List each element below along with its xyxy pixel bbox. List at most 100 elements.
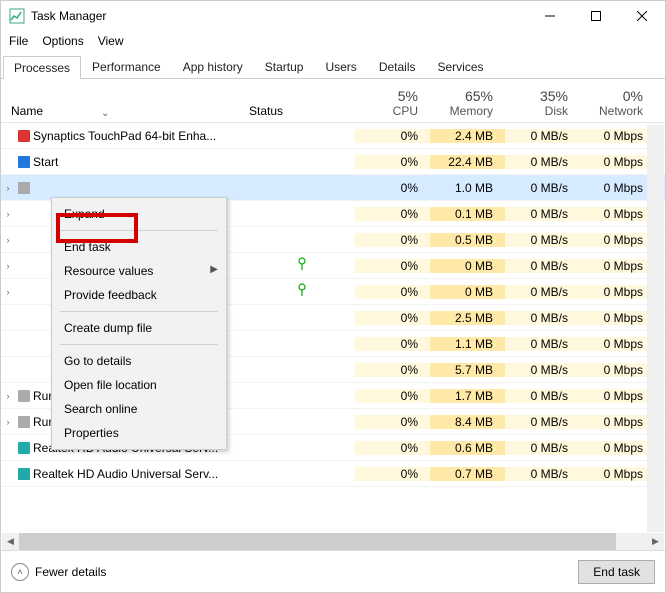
table-row[interactable]: Synaptics TouchPad 64-bit Enha...0%2.4 M… bbox=[1, 123, 665, 149]
process-icon bbox=[15, 284, 33, 300]
end-task-button[interactable]: End task bbox=[578, 560, 655, 584]
ctx-open-location[interactable]: Open file location bbox=[52, 373, 226, 397]
fewer-details-toggle[interactable]: ˄ Fewer details bbox=[11, 563, 106, 581]
expand-icon[interactable]: › bbox=[1, 261, 15, 271]
memory-value: 0.1 MB bbox=[430, 207, 505, 221]
memory-value: 0.7 MB bbox=[430, 467, 505, 481]
disk-value: 0 MB/s bbox=[505, 467, 580, 481]
cpu-value: 0% bbox=[355, 389, 430, 403]
col-name[interactable]: ⌄ Name bbox=[1, 104, 249, 122]
tab-services[interactable]: Services bbox=[427, 55, 495, 78]
col-network[interactable]: 0%Network bbox=[580, 88, 655, 122]
tab-strip: Processes Performance App history Startu… bbox=[1, 55, 665, 79]
cpu-value: 0% bbox=[355, 415, 430, 429]
process-icon bbox=[15, 466, 33, 482]
process-status bbox=[249, 257, 355, 274]
cpu-value: 0% bbox=[355, 467, 430, 481]
process-name: Synaptics TouchPad 64-bit Enha... bbox=[33, 129, 249, 143]
ctx-go-to-details[interactable]: Go to details bbox=[52, 349, 226, 373]
column-headers: ⌄ Name Status 5%CPU 65%Memory 35%Disk 0%… bbox=[1, 79, 665, 123]
ctx-properties[interactable]: Properties bbox=[52, 421, 226, 445]
network-value: 0 Mbps bbox=[580, 311, 655, 325]
disk-value: 0 MB/s bbox=[505, 259, 580, 273]
tab-performance[interactable]: Performance bbox=[81, 55, 172, 78]
disk-value: 0 MB/s bbox=[505, 311, 580, 325]
network-value: 0 Mbps bbox=[580, 207, 655, 221]
ctx-search-online[interactable]: Search online bbox=[52, 397, 226, 421]
scroll-right-icon[interactable]: ▶ bbox=[647, 533, 664, 550]
tab-app-history[interactable]: App history bbox=[172, 55, 254, 78]
network-value: 0 Mbps bbox=[580, 415, 655, 429]
ctx-expand[interactable]: Expand bbox=[52, 202, 226, 226]
memory-value: 0.6 MB bbox=[430, 441, 505, 455]
disk-value: 0 MB/s bbox=[505, 207, 580, 221]
scrollbar-thumb[interactable] bbox=[19, 533, 616, 550]
col-cpu[interactable]: 5%CPU bbox=[355, 88, 430, 122]
table-row[interactable]: Realtek HD Audio Universal Serv...0%0.7 … bbox=[1, 461, 665, 487]
expand-icon[interactable]: › bbox=[1, 417, 15, 427]
network-value: 0 Mbps bbox=[580, 181, 655, 195]
cpu-value: 0% bbox=[355, 233, 430, 247]
disk-value: 0 MB/s bbox=[505, 181, 580, 195]
close-button[interactable] bbox=[619, 1, 665, 31]
col-status[interactable]: Status bbox=[249, 104, 355, 122]
separator bbox=[60, 344, 218, 345]
expand-icon[interactable]: › bbox=[1, 235, 15, 245]
tab-details[interactable]: Details bbox=[368, 55, 427, 78]
network-value: 0 Mbps bbox=[580, 363, 655, 377]
ctx-create-dump[interactable]: Create dump file bbox=[52, 316, 226, 340]
menu-options[interactable]: Options bbox=[42, 34, 83, 48]
tab-processes[interactable]: Processes bbox=[3, 56, 81, 79]
ctx-resource-values[interactable]: Resource values▶ bbox=[52, 259, 226, 283]
disk-value: 0 MB/s bbox=[505, 415, 580, 429]
ctx-provide-feedback[interactable]: Provide feedback bbox=[52, 283, 226, 307]
process-icon bbox=[15, 310, 33, 326]
vertical-scrollbar[interactable] bbox=[647, 125, 664, 532]
cpu-value: 0% bbox=[355, 207, 430, 221]
menu-view[interactable]: View bbox=[98, 34, 124, 48]
app-icon bbox=[9, 8, 25, 24]
network-value: 0 Mbps bbox=[580, 129, 655, 143]
disk-value: 0 MB/s bbox=[505, 363, 580, 377]
expand-icon[interactable]: › bbox=[1, 183, 15, 193]
menu-file[interactable]: File bbox=[9, 34, 28, 48]
network-value: 0 Mbps bbox=[580, 441, 655, 455]
ctx-end-task[interactable]: End task bbox=[52, 235, 226, 259]
col-memory[interactable]: 65%Memory bbox=[430, 88, 505, 122]
process-name: Start bbox=[33, 155, 249, 169]
process-status bbox=[249, 283, 355, 300]
process-icon bbox=[15, 440, 33, 456]
menubar: File Options View bbox=[1, 31, 665, 51]
network-value: 0 Mbps bbox=[580, 467, 655, 481]
disk-value: 0 MB/s bbox=[505, 233, 580, 247]
process-icon bbox=[15, 128, 33, 144]
expand-icon[interactable]: › bbox=[1, 391, 15, 401]
disk-value: 0 MB/s bbox=[505, 337, 580, 351]
network-value: 0 Mbps bbox=[580, 259, 655, 273]
process-icon bbox=[15, 336, 33, 352]
cpu-value: 0% bbox=[355, 155, 430, 169]
process-icon bbox=[15, 388, 33, 404]
cpu-value: 0% bbox=[355, 181, 430, 195]
separator bbox=[60, 311, 218, 312]
disk-value: 0 MB/s bbox=[505, 155, 580, 169]
disk-value: 0 MB/s bbox=[505, 389, 580, 403]
memory-value: 2.5 MB bbox=[430, 311, 505, 325]
horizontal-scrollbar[interactable]: ◀ ▶ bbox=[2, 533, 664, 550]
scroll-left-icon[interactable]: ◀ bbox=[2, 533, 19, 550]
expand-icon[interactable]: › bbox=[1, 209, 15, 219]
minimize-button[interactable] bbox=[527, 1, 573, 31]
tab-startup[interactable]: Startup bbox=[254, 55, 315, 78]
memory-value: 0 MB bbox=[430, 285, 505, 299]
memory-value: 0 MB bbox=[430, 259, 505, 273]
memory-value: 1.7 MB bbox=[430, 389, 505, 403]
tab-users[interactable]: Users bbox=[314, 55, 367, 78]
expand-icon[interactable]: › bbox=[1, 287, 15, 297]
memory-value: 1.1 MB bbox=[430, 337, 505, 351]
memory-value: 2.4 MB bbox=[430, 129, 505, 143]
table-row[interactable]: Start0%22.4 MB0 MB/s0 Mbps bbox=[1, 149, 665, 175]
separator bbox=[60, 230, 218, 231]
col-disk[interactable]: 35%Disk bbox=[505, 88, 580, 122]
chevron-up-icon: ˄ bbox=[11, 563, 29, 581]
maximize-button[interactable] bbox=[573, 1, 619, 31]
